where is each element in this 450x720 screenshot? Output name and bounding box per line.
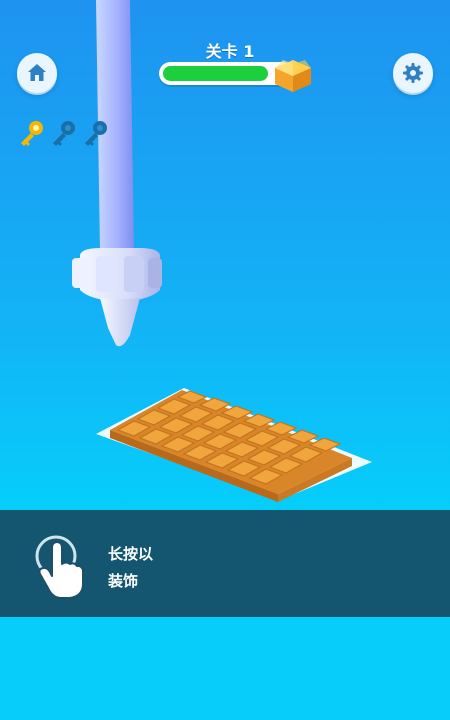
keys-collected bbox=[16, 118, 112, 150]
tutorial-text: 长按以 装饰 bbox=[108, 541, 153, 595]
gear-icon bbox=[403, 63, 423, 83]
hand-tap-icon bbox=[35, 535, 84, 599]
level-label: 关卡 1 bbox=[205, 42, 255, 61]
key-empty-icon bbox=[53, 121, 75, 146]
tutorial-line-2: 装饰 bbox=[108, 572, 139, 590]
tutorial-line-1: 长按以 bbox=[108, 545, 154, 563]
gift-box-icon bbox=[275, 60, 311, 92]
level-progress-fill bbox=[163, 66, 268, 81]
home-icon bbox=[28, 64, 46, 81]
key-empty-icon bbox=[85, 121, 107, 146]
key-collected-icon bbox=[21, 121, 43, 146]
settings-button[interactable] bbox=[393, 53, 433, 93]
home-button[interactable] bbox=[17, 53, 57, 93]
waffle bbox=[96, 388, 372, 502]
game-screen[interactable]: 关卡 1 长按以 装饰 bbox=[0, 0, 450, 720]
